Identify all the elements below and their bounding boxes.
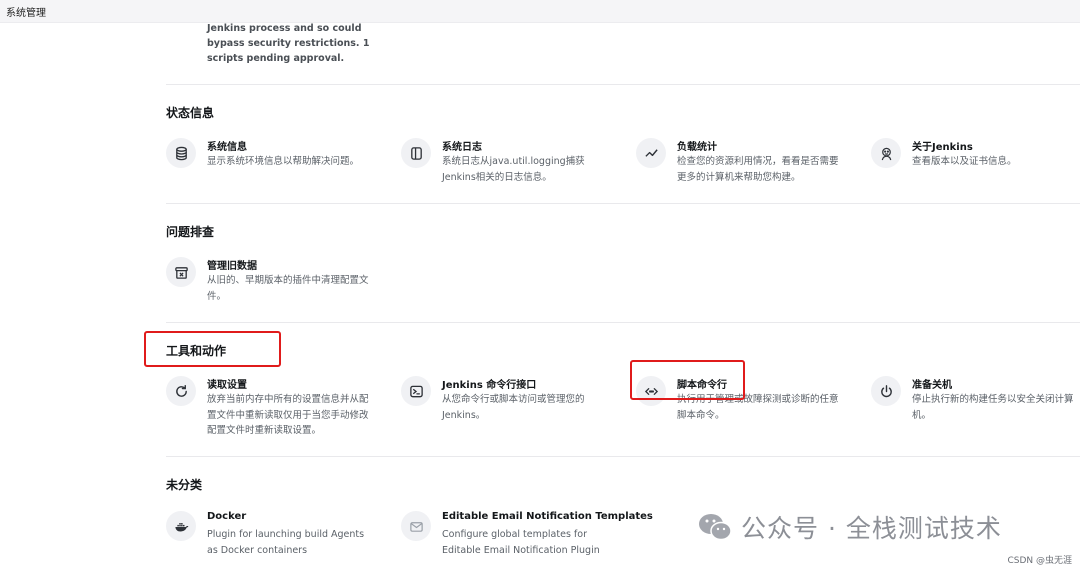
item-title: Jenkins 命令行接口	[442, 380, 537, 391]
item-title: Docker	[207, 511, 247, 522]
section-title-status: 状态信息	[166, 106, 215, 120]
trend-icon	[636, 138, 666, 168]
email-template-icon	[401, 511, 431, 541]
highlight-box-script-console	[630, 360, 745, 400]
database-icon	[166, 138, 196, 168]
item-desc: 查看版本以及证书信息。	[912, 156, 1017, 167]
highlight-box-tools	[144, 331, 281, 367]
section-title-troubleshoot: 问题排查	[166, 225, 215, 239]
item-title: 系统信息	[207, 142, 247, 153]
section-divider	[166, 456, 1080, 457]
item-desc: 停止执行新的构建任务以安全关闭计算机。	[912, 394, 1074, 421]
item-desc: Configure global templates for Editable …	[442, 529, 600, 556]
terminal-icon	[401, 376, 431, 406]
item-desc: 从您命令行或脚本访问或管理您的Jenkins。	[442, 394, 585, 421]
docker-icon	[166, 511, 196, 541]
reload-icon	[166, 376, 196, 406]
item-desc: 系统日志从java.util.logging捕获Jenkins相关的日志信息。	[442, 156, 585, 183]
section-divider	[166, 322, 1080, 323]
item-title: 管理旧数据	[207, 261, 257, 272]
item-desc: 从旧的、早期版本的插件中清理配置文件。	[207, 275, 369, 302]
item-desc: Plugin for launching build Agents as Doc…	[207, 529, 365, 556]
watermark-text: 公众号 · 全栈测试技术	[741, 514, 1002, 543]
wechat-watermark: 公众号 · 全栈测试技术	[697, 510, 1002, 544]
item-desc: 显示系统环境信息以帮助解决问题。	[207, 156, 360, 167]
section-divider	[166, 84, 1080, 85]
item-title: 读取设置	[207, 380, 247, 391]
section-divider	[166, 203, 1080, 204]
item-title: 负载统计	[677, 142, 717, 153]
item-title: 关于Jenkins	[912, 142, 973, 153]
item-desc: 检查您的资源利用情况，看看是否需要更多的计算机来帮助您构建。	[677, 156, 839, 183]
top-bar: 系统管理	[0, 0, 1080, 23]
wechat-icon	[699, 514, 732, 541]
item-title: 准备关机	[912, 380, 952, 391]
section-title-uncategorized: 未分类	[166, 478, 203, 492]
log-panel-icon	[401, 138, 431, 168]
power-icon	[871, 376, 901, 406]
script-approval-notice: Jenkins process and so could bypass secu…	[207, 23, 370, 64]
archive-icon	[166, 257, 196, 287]
page-title: 系统管理	[6, 8, 46, 19]
item-title: 系统日志	[442, 142, 482, 153]
item-desc: 放弃当前内存中所有的设置信息并从配置文件中重新读取仅用于当您手动修改配置文件时重…	[207, 394, 369, 436]
csdn-credit: CSDN @虫无涯	[1007, 556, 1072, 566]
jenkins-butler-icon	[871, 138, 901, 168]
item-title: Editable Email Notification Templates	[442, 511, 653, 522]
